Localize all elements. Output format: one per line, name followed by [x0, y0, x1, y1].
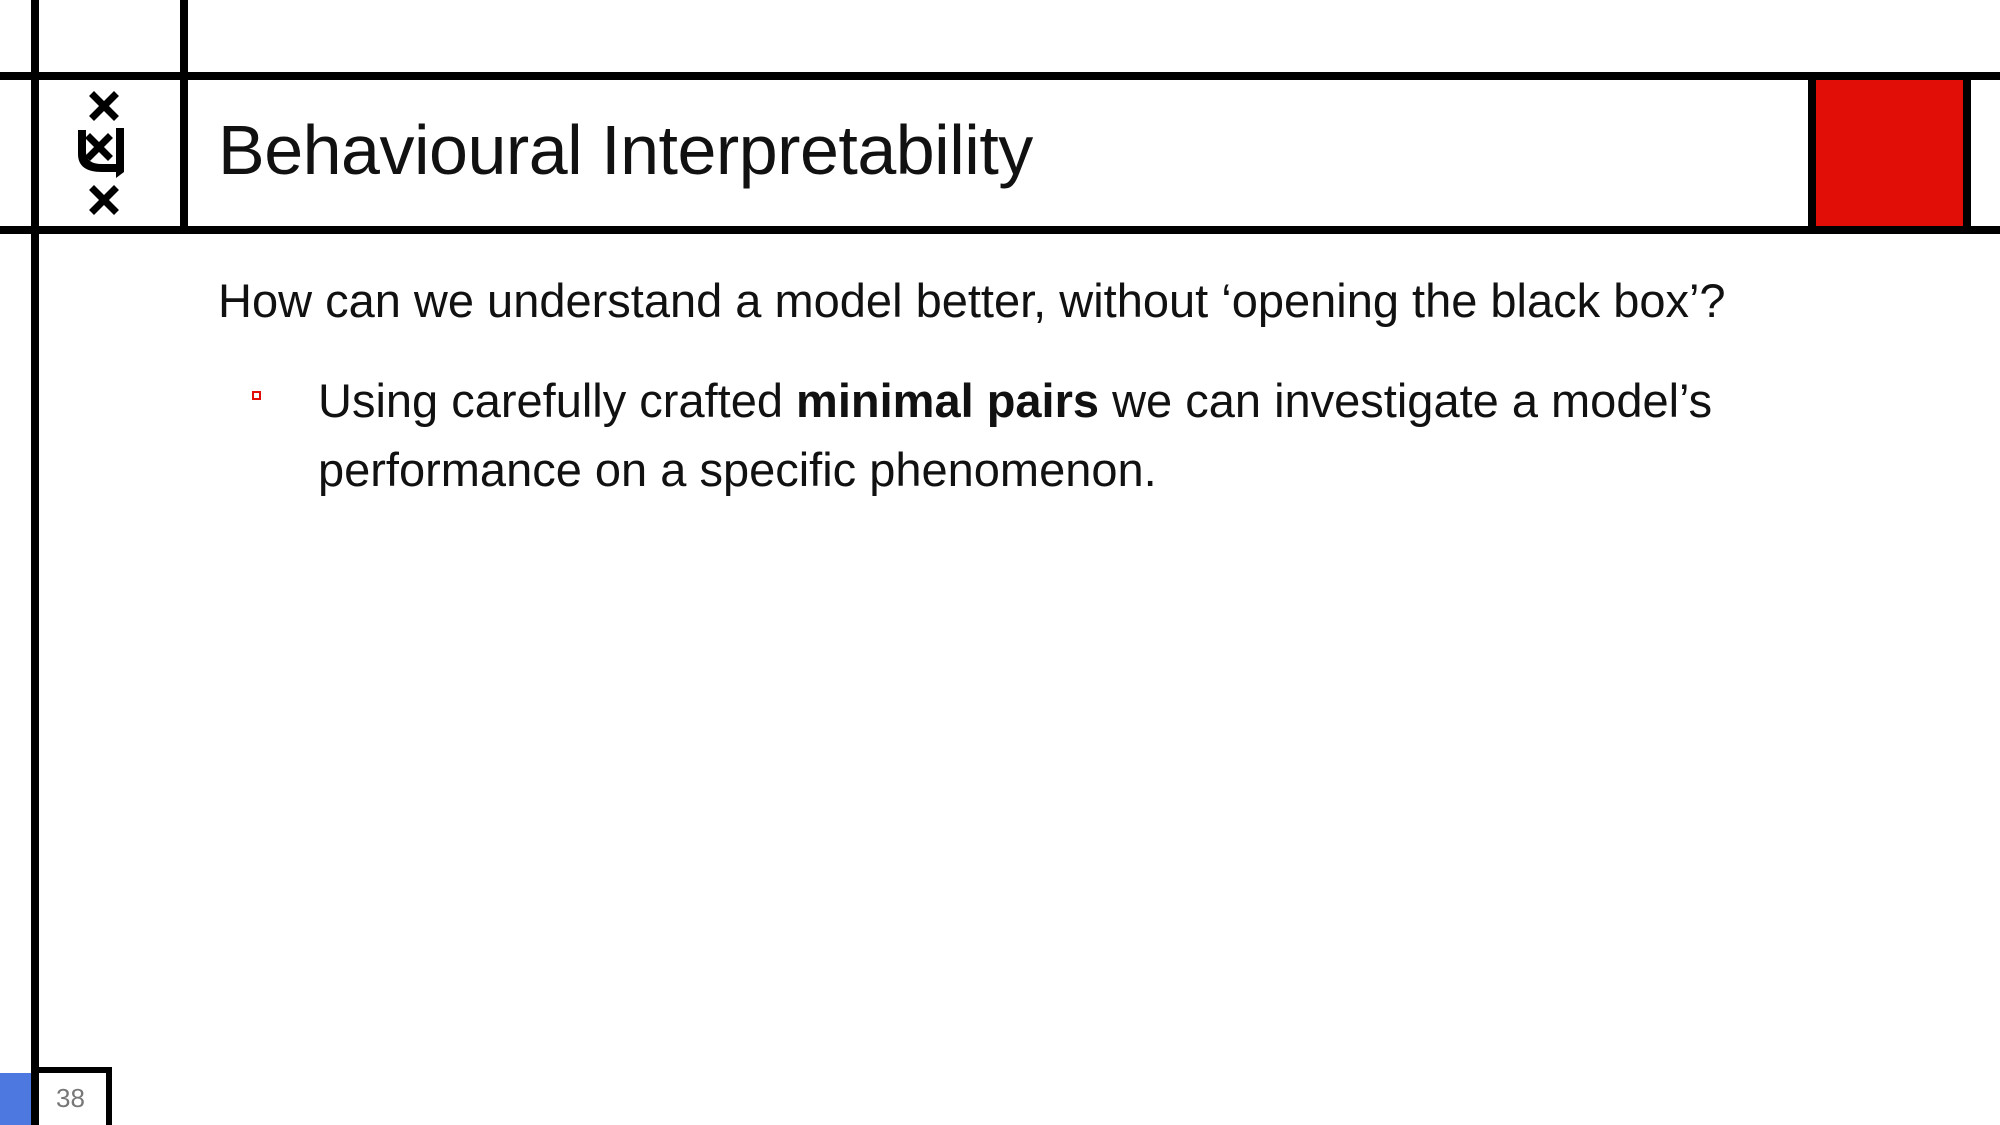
frame-line-red-left [1808, 72, 1816, 232]
frame-line-red-right [1963, 72, 1971, 232]
hollow-square-bullet-icon [252, 391, 261, 400]
accent-blue-block [0, 1073, 31, 1125]
bullet-text-bold: minimal pairs [796, 374, 1100, 427]
slide-question: How can we understand a model better, wi… [218, 274, 1726, 327]
slide-title: Behavioural Interpretability [218, 111, 1033, 189]
university-crest-icon [78, 91, 124, 215]
frame-line-header-bottom [0, 226, 2000, 234]
frame-line-top [0, 72, 2000, 80]
accent-red-block [1816, 80, 1963, 226]
page-number: 38 [56, 1083, 85, 1113]
bullet-item: Using carefully crafted minimal pairs we… [318, 366, 1878, 504]
bullet-text-before: Using carefully crafted [318, 374, 797, 427]
frame-line-logo [180, 0, 188, 230]
frame-line-left [31, 0, 39, 1125]
